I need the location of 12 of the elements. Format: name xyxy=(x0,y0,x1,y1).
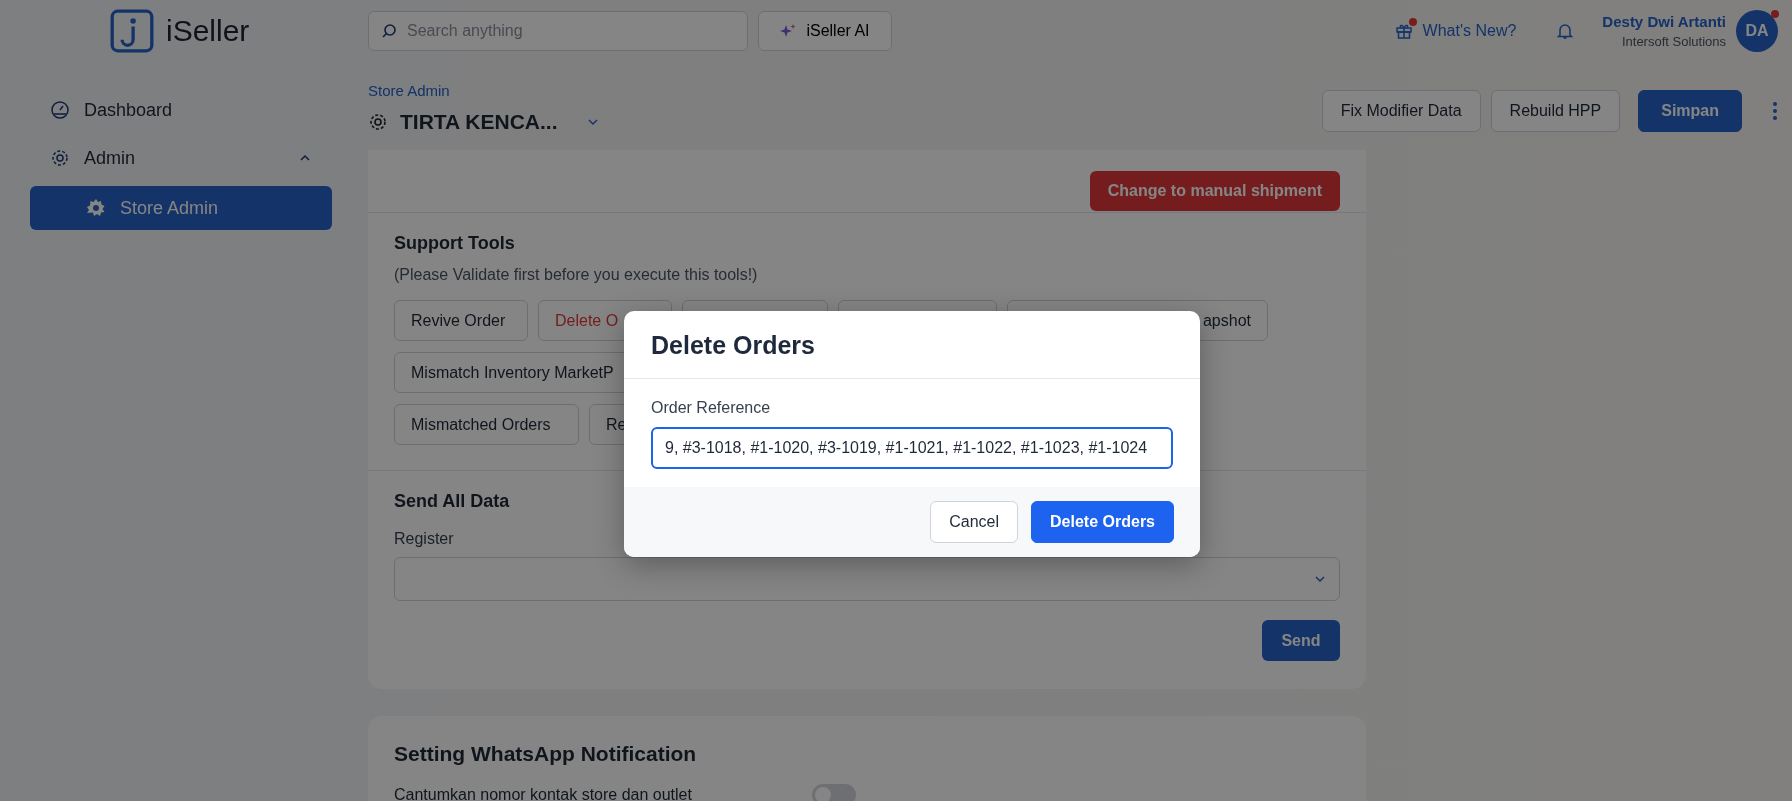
dialog-title: Delete Orders xyxy=(624,311,1200,379)
logo-text: iSeller xyxy=(166,14,250,48)
section-note: (Please Validate first before you execute this tools!) xyxy=(394,266,759,284)
user-company: Intersoft Solutions xyxy=(1621,34,1726,49)
field-label: Register xyxy=(394,530,455,548)
section-title: Setting WhatsApp Notification xyxy=(394,742,698,766)
setting-label: Cantumkan nomor kontak store dan outlet xyxy=(394,786,693,801)
store-title: TIRTA KENCA... xyxy=(400,110,558,134)
user-name: Desty Dwi Artanti xyxy=(1602,13,1726,30)
section-title: Send All Data xyxy=(394,491,511,512)
section-title: Support Tools xyxy=(394,233,516,254)
field-label: Order Reference xyxy=(651,399,772,417)
